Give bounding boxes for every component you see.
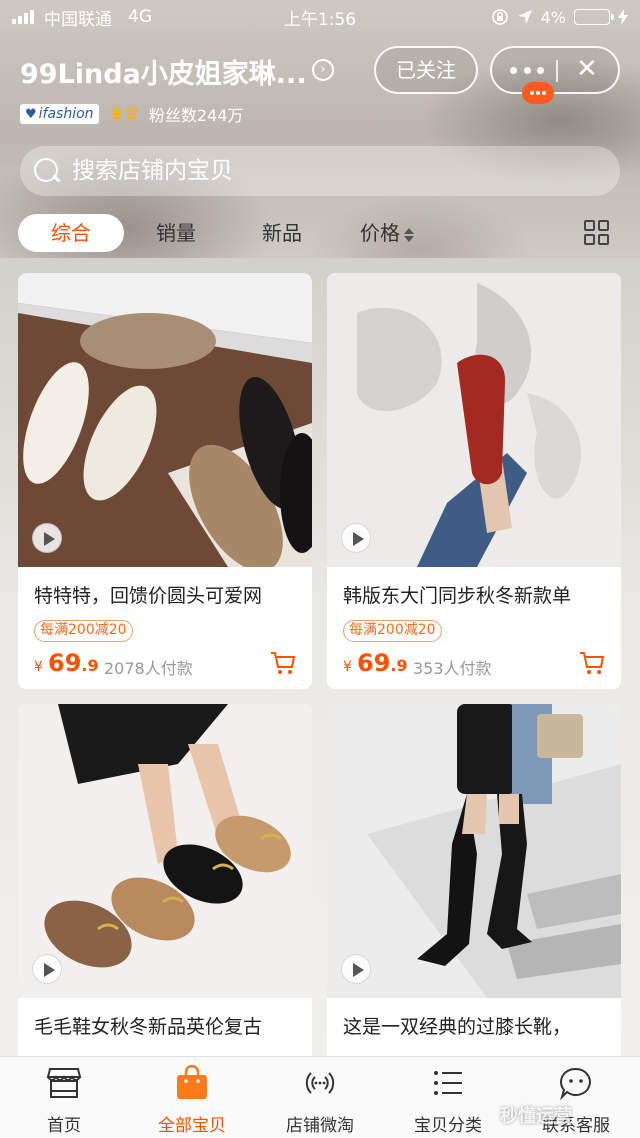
play-icon[interactable] <box>32 954 62 984</box>
network-label: 4G <box>128 7 152 27</box>
close-icon[interactable]: ✕ <box>576 54 598 84</box>
product-card[interactable]: 特特特，回馈价圆头可爱网 每满200减20 ¥ 69.9 2078人付款 <box>18 273 312 689</box>
product-title: 特特特，回馈价圆头可爱网 <box>34 585 263 607</box>
tab-home-label: 首页 <box>47 1116 81 1136</box>
carrier-label: 中国联通 <box>44 9 112 30</box>
play-icon[interactable] <box>341 523 371 553</box>
product-price: ¥ 69.9 <box>34 649 99 677</box>
sort-arrows-icon <box>404 227 414 243</box>
list-icon <box>434 1071 462 1095</box>
price-symbol: ¥ <box>34 659 43 675</box>
product-image <box>18 704 312 998</box>
product-image <box>327 704 621 998</box>
tab-store-feed-label: 店铺微淘 <box>286 1116 354 1136</box>
product-card[interactable]: 毛毛鞋女秋冬新品英伦复古 <box>18 704 312 1064</box>
price-decimal: .9 <box>81 656 99 675</box>
tab-store-feed[interactable]: 店铺微淘 <box>256 1057 384 1138</box>
promo-badge: 每满200减20 <box>34 620 133 642</box>
sort-tabs: 综合 销量 新品 价格 <box>18 214 622 252</box>
tab-price[interactable]: 价格 <box>360 214 414 252</box>
capsule-divider <box>556 60 558 82</box>
heart-icon: ♥ <box>25 106 37 122</box>
store-meta: ♥ ifashion ♛♛ 粉丝数244万 <box>20 100 243 128</box>
product-card[interactable]: 韩版东大门同步秋冬新款单 每满200减20 ¥ 69.9 353人付款 <box>327 273 621 689</box>
store-header: 99Linda小皮姐家琳... › 已关注 ✕ <box>20 44 620 104</box>
play-icon[interactable] <box>32 523 62 553</box>
price-symbol: ¥ <box>343 659 352 675</box>
location-icon <box>517 10 532 24</box>
status-right: 4% <box>491 8 628 27</box>
signal-icon <box>12 10 34 24</box>
promo-badge: 每满200减20 <box>343 620 442 642</box>
product-card[interactable]: 这是一双经典的过膝长靴， <box>327 704 621 1064</box>
tab-all-items-label: 全部宝贝 <box>158 1116 226 1136</box>
play-icon[interactable] <box>341 954 371 984</box>
store-name[interactable]: 99Linda小皮姐家琳... <box>20 52 307 91</box>
battery-percent: 4% <box>540 7 566 27</box>
battery-icon <box>574 9 614 25</box>
cart-icon[interactable] <box>579 651 605 675</box>
charging-icon <box>618 9 628 25</box>
mini-program-capsule: ✕ <box>490 46 620 94</box>
chat-icon <box>559 1067 591 1101</box>
product-title: 这是一双经典的过膝长靴， <box>343 1016 572 1038</box>
ifashion-label: ifashion <box>38 106 94 122</box>
crown-icon: ♛♛ <box>108 103 140 125</box>
search-input[interactable] <box>72 158 572 184</box>
product-image <box>327 273 621 567</box>
orientation-lock-icon <box>491 9 508 25</box>
fans-count: 粉丝数244万 <box>148 106 244 125</box>
grid-view-icon[interactable] <box>584 220 610 246</box>
price-integer: 69 <box>357 649 391 677</box>
follow-button[interactable]: 已关注 <box>374 46 478 94</box>
status-bar: 中国联通 4G 上午1:56 4% <box>0 0 640 34</box>
tab-new[interactable]: 新品 <box>262 214 302 252</box>
sold-count: 353人付款 <box>413 659 492 678</box>
more-icon[interactable] <box>510 58 544 82</box>
product-image <box>18 273 312 567</box>
price-decimal: .9 <box>390 656 408 675</box>
chevron-right-icon[interactable]: › <box>312 59 334 81</box>
sold-count: 2078人付款 <box>104 659 193 678</box>
tab-price-label: 价格 <box>360 221 400 245</box>
product-title: 韩版东大门同步秋冬新款单 <box>343 585 572 607</box>
search-icon <box>34 158 60 184</box>
tab-sales[interactable]: 销量 <box>156 214 196 252</box>
broadcast-icon <box>305 1072 335 1094</box>
tab-categories[interactable]: 宝贝分类 <box>384 1057 512 1138</box>
search-bar[interactable] <box>20 146 620 196</box>
product-price: ¥ 69.9 <box>343 649 408 677</box>
message-badge-icon[interactable] <box>522 82 554 104</box>
tab-comprehensive[interactable]: 综合 <box>18 214 124 252</box>
price-integer: 69 <box>48 649 82 677</box>
tab-categories-label: 宝贝分类 <box>414 1116 482 1136</box>
tab-all-items[interactable]: 全部宝贝 <box>128 1057 256 1138</box>
watermark: 秒懂运营 <box>500 1106 572 1127</box>
status-left: 中国联通 4G <box>12 5 152 30</box>
shop-icon <box>46 1068 82 1098</box>
shopping-bag-icon <box>177 1065 207 1099</box>
product-title: 毛毛鞋女秋冬新品英伦复古 <box>34 1016 263 1038</box>
ifashion-badge: ♥ ifashion <box>20 104 99 124</box>
tab-home[interactable]: 首页 <box>0 1057 128 1138</box>
cart-icon[interactable] <box>270 651 296 675</box>
